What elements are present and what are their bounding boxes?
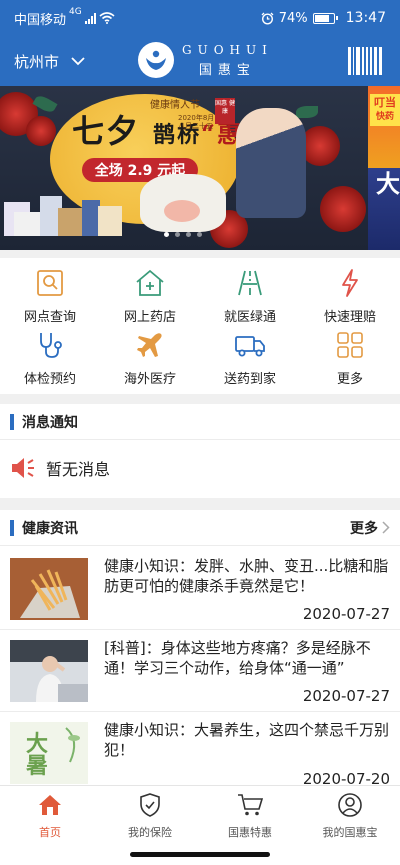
pagination-dot[interactable] (164, 232, 169, 237)
service-label: 送药到家 (223, 372, 276, 387)
home-icon (37, 792, 63, 818)
status-right: 74% 13:47 (261, 10, 386, 26)
tab-label: 首页 (39, 826, 61, 839)
service-green-channel[interactable]: 就医绿通 (200, 264, 300, 326)
battery-percent: 74% (278, 10, 308, 26)
search-icon (33, 266, 67, 300)
next-tag-2: 快药 (375, 112, 394, 122)
network-type: 4G (69, 6, 82, 17)
speaker-icon (12, 458, 34, 478)
stethoscope-icon (33, 328, 67, 362)
top-nav: 杭州市 GUOHUI 国惠宝 (0, 36, 400, 86)
pagination-dot[interactable] (186, 232, 191, 237)
news-date: 2020-07-27 (302, 605, 390, 623)
service-label: 体检预约 (23, 372, 76, 387)
next-tag-1: 叮当 (374, 96, 396, 109)
wifi-icon (99, 12, 115, 24)
chevron-right-icon (382, 521, 390, 534)
banner-pagination (164, 232, 202, 237)
news-thumbnail: 大暑 (10, 722, 88, 784)
service-label: 网上药店 (123, 310, 176, 325)
airplane-icon (133, 328, 167, 362)
service-label: 海外医疗 (123, 372, 176, 387)
news-item[interactable]: 大暑 健康小知识：大暑养生，这四个禁忌千万别犯！ 2020-07-20 (0, 712, 400, 794)
logo-english: GUOHUI (182, 42, 273, 57)
shield-icon (137, 792, 163, 818)
service-label: 网点查询 (23, 310, 76, 325)
service-overseas-medical[interactable]: 海外医疗 (100, 326, 200, 388)
banner-slide-current[interactable]: 七夕 鹊桥“惠” 健康情人节 2020年8月 八月二十五 国惠 健康 全场 2.… (0, 86, 368, 250)
section-accent (10, 413, 14, 430)
battery-icon (312, 12, 338, 24)
news-thumbnail (10, 558, 88, 620)
notice-header: 消息通知 (0, 404, 400, 440)
pagination-dot[interactable] (197, 232, 202, 237)
barcode-icon[interactable] (348, 47, 382, 75)
banner-badge: 国惠 健康 (215, 98, 235, 124)
tab-label: 我的国惠宝 (322, 826, 378, 839)
notice-heading: 消息通知 (22, 414, 78, 431)
news-more-link[interactable]: 更多 (350, 518, 390, 538)
section-accent (10, 519, 14, 536)
logo-mark-icon (138, 42, 174, 78)
banner-slide-next[interactable]: 叮当 快药 大 (368, 86, 400, 250)
product-boxes-image (0, 184, 130, 236)
news-header: 健康资讯 更多 (0, 510, 400, 546)
pagination-dot[interactable] (175, 232, 180, 237)
chevron-down-icon (71, 56, 85, 65)
news-item[interactable]: [科普]：身体这些地方疼痛？多是经脉不通！学习三个动作，给身体“通一通” 202… (0, 630, 400, 712)
logo-chinese: 国惠宝 (198, 62, 256, 78)
notice-section: 消息通知 暂无消息 (0, 404, 400, 498)
service-more[interactable]: 更多 (300, 326, 400, 388)
next-big-text: 大 (376, 170, 400, 198)
notice-row[interactable]: 暂无消息 (0, 440, 400, 496)
news-title: 健康小知识：发胖、水肿、变丑...比糖和脂肪更可怕的健康杀手竟然是它！ (104, 557, 389, 595)
service-grid: 网点查询 网上药店 就医绿通 快速理赔 体检预约 海外医疗 送药到家 更多 (0, 258, 400, 394)
fairy-illustration (236, 108, 306, 218)
city-selector[interactable]: 杭州市 (14, 51, 85, 72)
service-online-pharmacy[interactable]: 网上药店 (100, 264, 200, 326)
lightning-icon (333, 266, 367, 300)
service-drug-delivery[interactable]: 送药到家 (200, 326, 300, 388)
cart-icon (237, 792, 263, 818)
thumb-text: 大暑 (26, 732, 49, 779)
truck-icon (233, 328, 267, 362)
alarm-icon (261, 12, 274, 25)
news-section: 健康资讯 更多 健康小知识：发胖、水肿、变丑...比糖和脂肪更可怕的健康杀手竟然… (0, 510, 400, 788)
news-heading: 健康资讯 (22, 520, 78, 537)
service-checkup[interactable]: 体检预约 (0, 326, 100, 388)
promo-banner[interactable]: 七夕 鹊桥“惠” 健康情人节 2020年8月 八月二十五 国惠 健康 全场 2.… (0, 86, 400, 250)
pharmacy-icon (133, 266, 167, 300)
road-icon (233, 266, 267, 300)
news-date: 2020-07-27 (302, 687, 390, 705)
banner-subtitle: 健康情人节 (150, 100, 200, 111)
tab-profile[interactable]: 我的国惠宝 (300, 786, 400, 865)
news-title: 健康小知识：大暑养生，这四个禁忌千万别犯！ (104, 721, 390, 759)
signal-icon (84, 12, 96, 24)
tab-home[interactable]: 首页 (0, 786, 100, 865)
tab-label: 我的保险 (128, 826, 172, 839)
user-icon (337, 792, 363, 818)
service-label: 就医绿通 (223, 310, 276, 325)
service-quick-claim[interactable]: 快速理赔 (300, 264, 400, 326)
grid-icon (333, 328, 367, 362)
service-outlet-search[interactable]: 网点查询 (0, 264, 100, 326)
clock-time: 13:47 (345, 10, 386, 26)
banner-date: 2020年8月 八月二十五 (178, 114, 215, 130)
news-title: [科普]：身体这些地方疼痛？多是经脉不通！学习三个动作，给身体“通一通” (104, 639, 371, 677)
status-bar: 中国移动 4G 74% 13:47 (0, 0, 400, 36)
tab-label: 国惠特惠 (228, 826, 272, 839)
app-logo: GUOHUI 国惠宝 (138, 42, 273, 78)
home-indicator (130, 852, 270, 857)
carrier-name: 中国移动 (14, 12, 67, 28)
notice-message: 暂无消息 (46, 460, 111, 479)
service-label: 更多 (336, 372, 363, 387)
carrier-group: 中国移动 4G (14, 6, 115, 28)
cow-illustration (140, 174, 226, 232)
service-label: 快速理赔 (323, 310, 376, 325)
news-thumbnail (10, 640, 88, 702)
city-label: 杭州市 (14, 52, 60, 71)
news-item[interactable]: 健康小知识：发胖、水肿、变丑...比糖和脂肪更可怕的健康杀手竟然是它！ 2020… (0, 548, 400, 630)
more-label: 更多 (350, 520, 378, 537)
